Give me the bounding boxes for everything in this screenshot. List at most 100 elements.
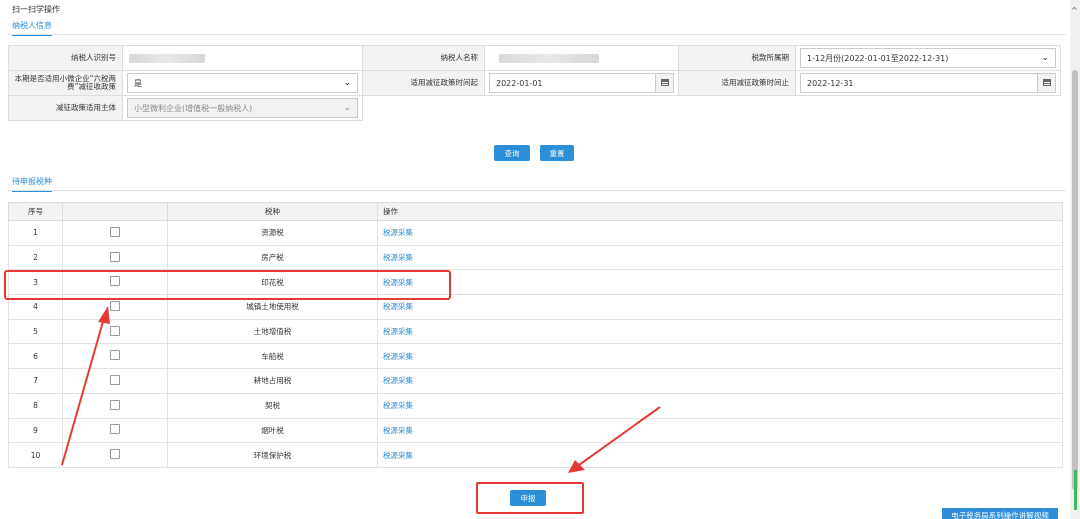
row-check-cell	[62, 368, 168, 394]
row-check-cell	[62, 294, 168, 320]
subject-select: 小型微利企业(增值税一般纳税人) ⌄	[127, 98, 358, 118]
policy-start-cell: 2022-01-01	[484, 70, 679, 96]
col-header-no: 序号	[8, 202, 63, 221]
table-row: 1 资源税 税源采集	[8, 220, 1063, 246]
taxpayer-id-value	[122, 45, 363, 71]
taxpayer-name-value	[484, 45, 679, 71]
table-row: 10 环境保护税 税源采集	[8, 442, 1063, 468]
row-no: 7	[8, 368, 63, 394]
row-check-cell	[62, 442, 168, 468]
small-micro-select[interactable]: 是 ⌄	[127, 73, 358, 93]
small-micro-cell: 是 ⌄	[122, 70, 363, 96]
row-checkbox[interactable]	[110, 226, 120, 237]
chevron-down-icon: ⌄	[343, 78, 351, 88]
tax-source-link[interactable]: 税源采集	[383, 228, 413, 237]
row-checkbox[interactable]	[110, 300, 120, 311]
form-row-2: 本期是否适用小微企业“六税两费”减征收政策 是 ⌄ 适用减征政策时间起 2022…	[8, 70, 1061, 96]
policy-end-cell: 2022-12-31	[795, 70, 1061, 96]
tax-source-link[interactable]: 税源采集	[383, 253, 413, 262]
chevron-down-icon: ⌄	[1041, 53, 1049, 63]
query-button[interactable]: 查询	[494, 145, 530, 161]
row-checkbox[interactable]	[110, 251, 120, 262]
vertical-scrollbar[interactable]: ^	[1070, 0, 1080, 519]
redacted-id	[129, 53, 205, 63]
subject-label: 减征政策适用主体	[8, 95, 123, 121]
row-no: 1	[8, 220, 63, 246]
row-checkbox[interactable]	[110, 424, 120, 435]
row-checkbox[interactable]	[110, 374, 120, 385]
row-check-cell	[62, 392, 168, 419]
row-no: 6	[8, 343, 63, 370]
row-op-cell: 税源采集	[377, 244, 1063, 271]
table-header-row: 序号 税种 操作	[8, 202, 1063, 221]
table-row: 2 房产税 税源采集	[8, 244, 1063, 271]
col-header-check	[62, 202, 168, 221]
row-no: 8	[8, 392, 63, 419]
scan-to-learn-label: 扫一扫学操作	[12, 5, 60, 14]
row-check-cell	[62, 417, 168, 444]
tax-period-select[interactable]: 1-12月份(2022-01-01至2022-12-31) ⌄	[800, 48, 1056, 68]
row-checkbox[interactable]	[110, 276, 120, 287]
table-row: 7 耕地占用税 税源采集	[8, 368, 1063, 394]
redacted-name	[499, 53, 599, 63]
tax-source-link[interactable]: 税源采集	[383, 451, 413, 460]
form-row-3: 减征政策适用主体 小型微利企业(增值税一般纳税人) ⌄	[8, 95, 363, 121]
small-micro-label: 本期是否适用小微企业“六税两费”减征收政策	[8, 70, 123, 96]
row-tax: 车船税	[167, 343, 378, 370]
table-row: 8 契税 税源采集	[8, 392, 1063, 419]
chevron-up-icon[interactable]: ^	[1071, 6, 1078, 15]
table-row: 4 城镇土地使用税 税源采集	[8, 294, 1063, 320]
tax-source-link[interactable]: 税源采集	[383, 426, 413, 435]
row-op-cell: 税源采集	[377, 318, 1063, 345]
table-row: 3 印花税 税源采集	[8, 269, 1063, 296]
row-op-cell: 税源采集	[377, 343, 1063, 370]
row-checkbox[interactable]	[110, 325, 120, 336]
row-tax: 城镇土地使用税	[167, 294, 378, 320]
video-tutorial-button[interactable]: 电子税务局系列操作讲解视频	[942, 508, 1058, 519]
row-checkbox[interactable]	[110, 449, 120, 460]
scrollbar-thumb[interactable]	[1072, 70, 1078, 490]
row-no: 10	[8, 442, 63, 468]
small-micro-value: 是	[134, 78, 142, 88]
tax-source-link[interactable]: 税源采集	[383, 302, 413, 311]
tab-divider	[8, 190, 1066, 191]
policy-start-label: 适用减征政策时间起	[362, 70, 485, 96]
reset-button[interactable]: 重置	[540, 145, 574, 161]
top-cut-text	[4, 0, 64, 2]
row-op-cell: 税源采集	[377, 294, 1063, 320]
policy-start-input[interactable]: 2022-01-01	[489, 73, 674, 93]
row-tax: 印花税	[167, 269, 378, 296]
calendar-icon[interactable]	[655, 74, 673, 92]
col-header-tax: 税种	[167, 202, 378, 221]
row-checkbox[interactable]	[110, 399, 120, 410]
row-no: 9	[8, 417, 63, 444]
subject-cell: 小型微利企业(增值税一般纳税人) ⌄	[122, 95, 363, 121]
table-row: 9 烟叶税 税源采集	[8, 417, 1063, 444]
row-tax: 烟叶税	[167, 417, 378, 444]
tax-source-link[interactable]: 税源采集	[383, 327, 413, 336]
table-row: 6 车船税 税源采集	[8, 343, 1063, 370]
row-check-cell	[62, 343, 168, 370]
row-op-cell: 税源采集	[377, 442, 1063, 468]
row-op-cell: 税源采集	[377, 220, 1063, 246]
row-tax: 资源税	[167, 220, 378, 246]
row-no: 5	[8, 318, 63, 345]
tax-period-cell: 1-12月份(2022-01-01至2022-12-31) ⌄	[795, 45, 1061, 71]
row-no: 2	[8, 244, 63, 271]
tax-source-link[interactable]: 税源采集	[383, 401, 413, 410]
row-op-cell: 税源采集	[377, 368, 1063, 394]
subject-value: 小型微利企业(增值税一般纳税人)	[134, 103, 253, 113]
row-tax: 土地增值税	[167, 318, 378, 345]
taxpayer-name-label: 纳税人名称	[362, 45, 485, 71]
tax-source-link[interactable]: 税源采集	[383, 278, 413, 287]
calendar-icon[interactable]	[1037, 74, 1055, 92]
tax-source-link[interactable]: 税源采集	[383, 376, 413, 385]
form-row-1: 纳税人识别号 纳税人名称 税款所属期 1-12月份(2022-01-01至202…	[8, 45, 1061, 71]
tax-source-link[interactable]: 税源采集	[383, 352, 413, 361]
submit-button[interactable]: 申报	[510, 490, 546, 506]
policy-end-value: 2022-12-31	[807, 78, 854, 88]
row-checkbox[interactable]	[110, 350, 120, 361]
row-tax: 房产税	[167, 244, 378, 271]
row-tax: 环境保护税	[167, 442, 378, 468]
policy-end-input[interactable]: 2022-12-31	[800, 73, 1056, 93]
